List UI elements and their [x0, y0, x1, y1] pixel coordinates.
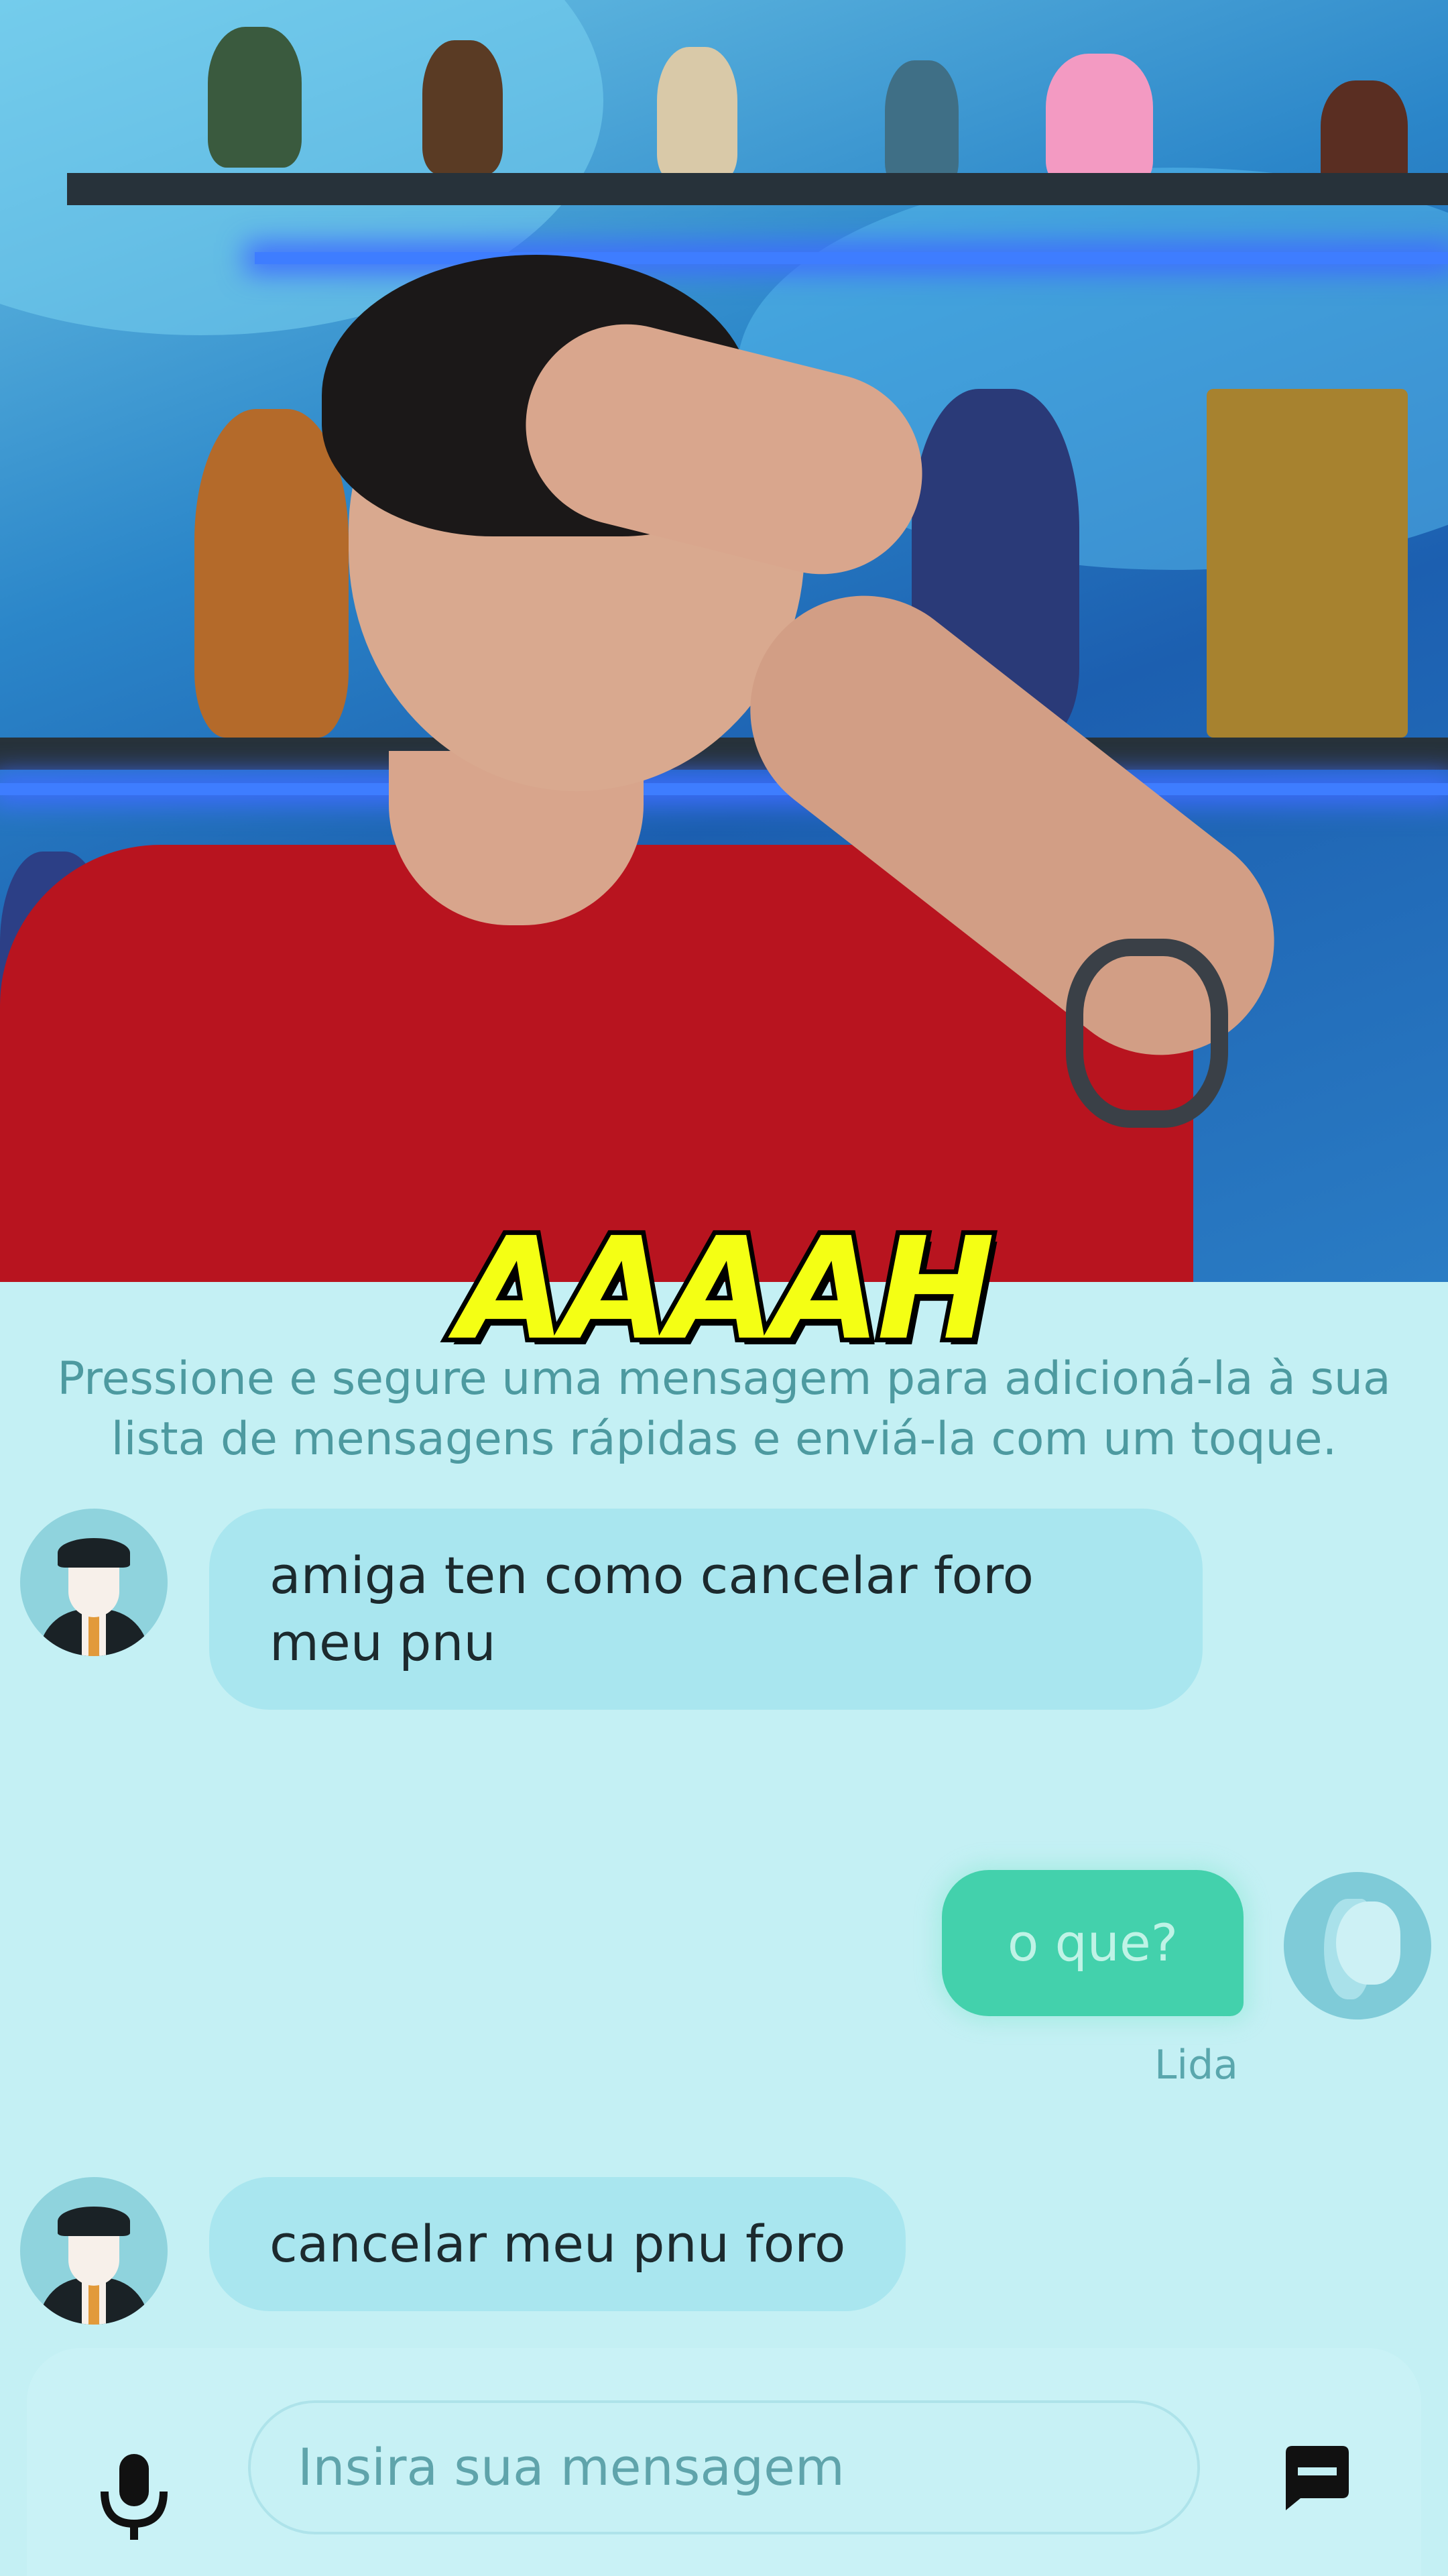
driver-avatar: [20, 2177, 168, 2325]
incoming-message[interactable]: cancelar meu pnu foro: [209, 2177, 906, 2311]
figurine: [1046, 54, 1153, 188]
figurine: [657, 47, 737, 181]
video-frame: [0, 0, 1448, 1282]
shelf: [67, 173, 1448, 205]
message-icon[interactable]: [1280, 2441, 1354, 2514]
figurine: [422, 40, 503, 174]
user-avatar: [1284, 1872, 1431, 2019]
outgoing-message[interactable]: o que?: [942, 1870, 1244, 2016]
figurine: [885, 60, 959, 188]
caption-text: AAAAH: [452, 1202, 1000, 1376]
microphone-icon[interactable]: [80, 2442, 188, 2549]
figurine: [194, 409, 349, 738]
arm-tattoo: [1066, 939, 1228, 1128]
shelf: [0, 738, 1448, 770]
figurine: [1207, 389, 1408, 738]
shelf-light: [255, 252, 1448, 264]
figurine: [208, 27, 302, 168]
read-status: Lida: [1154, 2042, 1238, 2089]
chat-panel[interactable]: Pressione e segure uma mensagem para adi…: [0, 1282, 1448, 2576]
shelf-light: [0, 783, 1448, 795]
incoming-message[interactable]: amiga ten como cancelar foro meu pnu: [209, 1509, 1203, 1710]
message-input[interactable]: Insira sua mensagem: [248, 2400, 1200, 2534]
driver-avatar: [20, 1509, 168, 1656]
